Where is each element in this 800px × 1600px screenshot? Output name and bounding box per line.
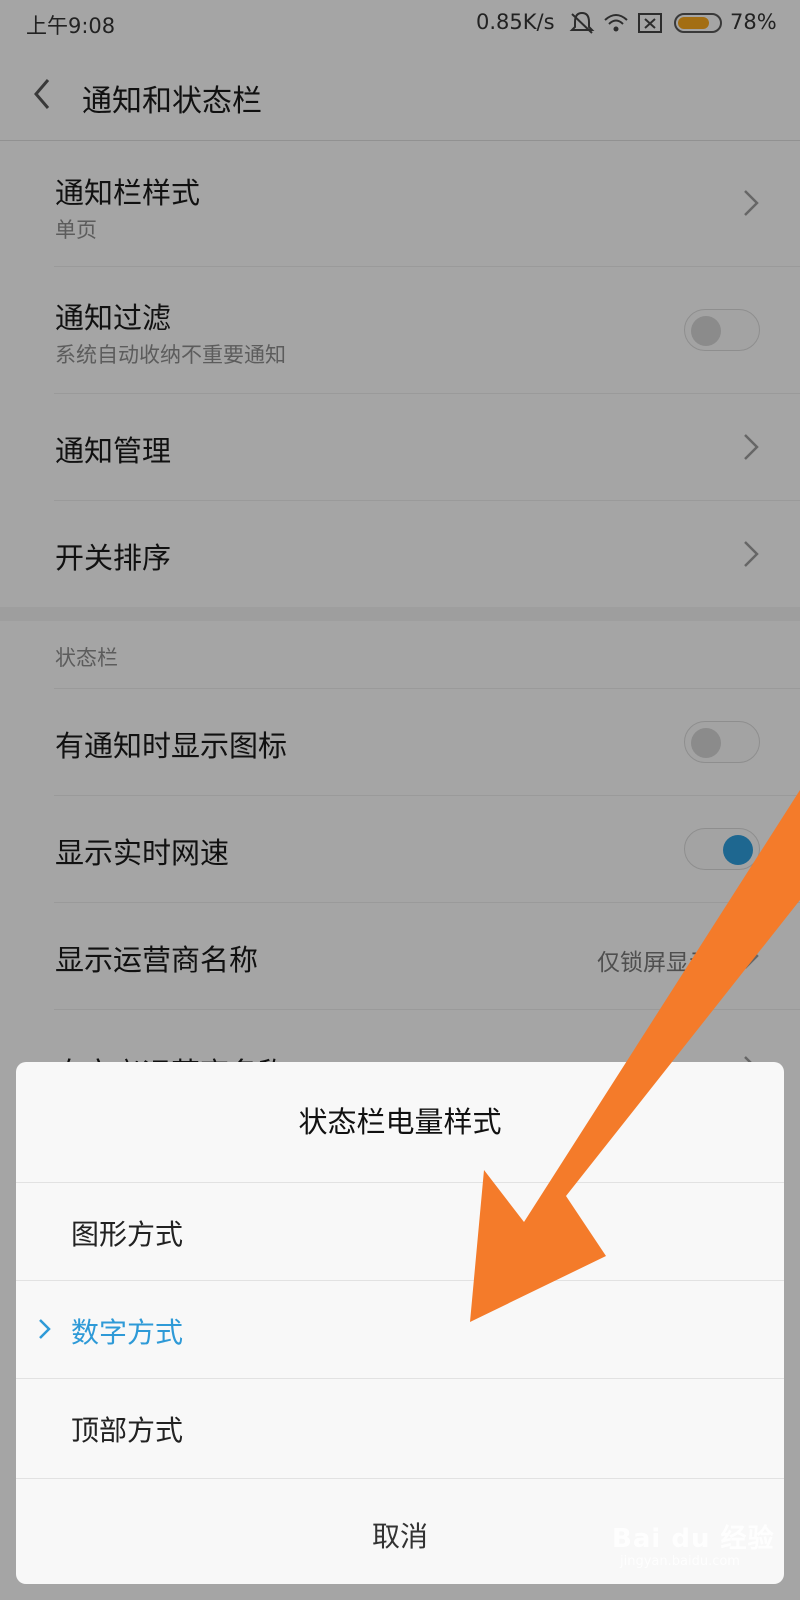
option-numeric[interactable]: 数字方式 <box>16 1280 784 1378</box>
option-graphic[interactable]: 图形方式 <box>16 1182 784 1280</box>
selected-chevron-icon <box>39 1319 51 1339</box>
option-label: 顶部方式 <box>71 1414 184 1447</box>
dialog-title: 状态栏电量样式 <box>298 1105 502 1139</box>
watermark-url: jingyan.baidu.com <box>620 1554 740 1569</box>
option-label: 图形方式 <box>71 1218 184 1251</box>
battery-style-dialog: 状态栏电量样式 图形方式 数字方式 顶部方式 取消 <box>16 1062 784 1584</box>
option-label: 数字方式 <box>71 1316 184 1349</box>
option-top[interactable]: 顶部方式 <box>16 1378 784 1476</box>
watermark-logo: Bai du 经验 <box>612 1524 775 1554</box>
